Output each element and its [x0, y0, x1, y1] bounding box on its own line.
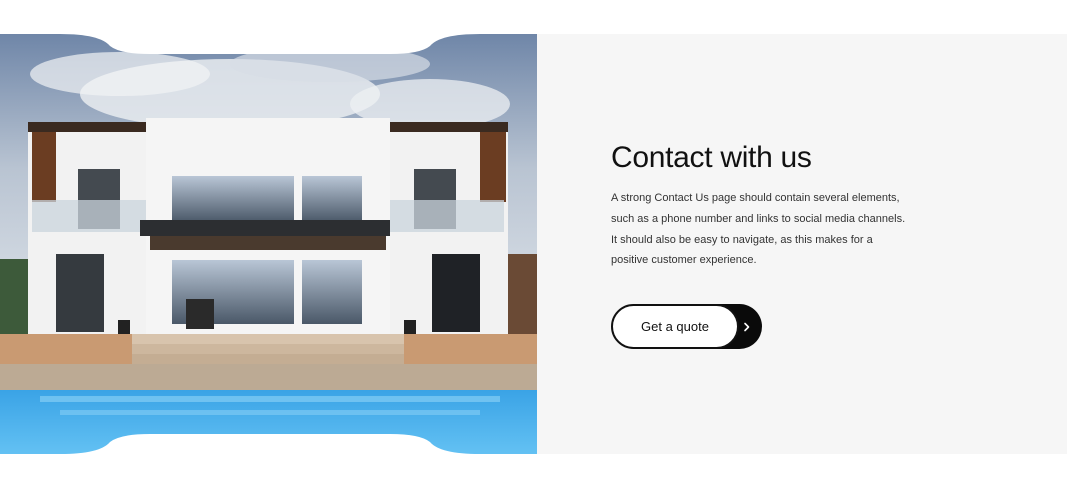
chevron-right-icon	[744, 322, 750, 331]
page-edge	[1067, 0, 1073, 485]
get-a-quote-label: Get a quote	[611, 304, 739, 349]
villa-photo	[0, 34, 537, 454]
description-line: such as a phone number and links to soci…	[611, 212, 906, 225]
contact-description: A strong Contact Us page should contain …	[611, 188, 1031, 271]
description-line: A strong Contact Us page should contain …	[611, 192, 900, 204]
contact-content: Contact with us A strong Contact Us page…	[611, 140, 1031, 271]
description-line: positive customer experience.	[611, 254, 757, 267]
description-line: It should also be easy to navigate, as t…	[611, 233, 873, 246]
page-title: Contact with us	[611, 141, 812, 174]
get-a-quote-button[interactable]: Get a quote	[611, 304, 762, 349]
